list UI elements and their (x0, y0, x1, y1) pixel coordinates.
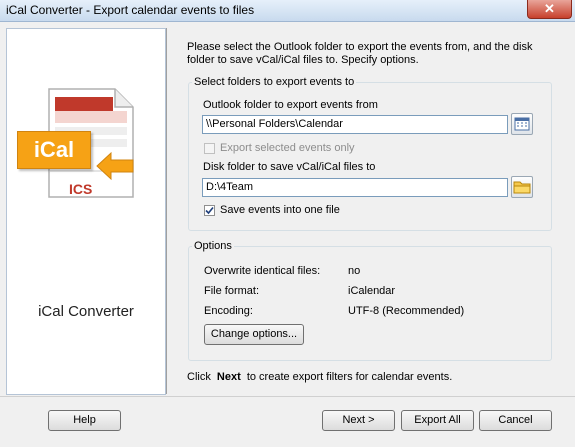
one-file-checkbox[interactable] (204, 205, 215, 216)
ical-logo-label: iCal (33, 137, 75, 162)
title-bar: iCal Converter - Export calendar events … (0, 0, 575, 22)
app-name: iCal Converter (38, 303, 134, 320)
outlook-folder-label: Outlook folder to export events from (203, 99, 378, 111)
browse-outlook-button[interactable] (511, 113, 533, 135)
next-button[interactable]: Next > (322, 410, 395, 431)
checkmark-icon (205, 206, 214, 215)
change-options-button[interactable]: Change options... (204, 324, 304, 345)
calendar-icon (514, 117, 530, 131)
file-format-label: File format: (204, 285, 260, 297)
footer-hint-prefix: Click (187, 371, 211, 383)
file-format-value: iCalendar (348, 285, 396, 297)
overwrite-label: Overwrite identical files: (204, 265, 321, 277)
encoding-value: UTF-8 (Recommended) (348, 305, 465, 317)
selected-only-label: Export selected events only (220, 142, 355, 154)
disk-folder-field[interactable]: D:\4Team (202, 178, 508, 197)
disk-folder-label: Disk folder to save vCal/iCal files to (203, 161, 376, 173)
cancel-button[interactable]: Cancel (479, 410, 552, 431)
arrow-icon (96, 151, 134, 181)
folders-group-title: Select folders to export events to (192, 76, 357, 88)
panel-divider (166, 28, 167, 394)
options-group-title: Options (192, 240, 234, 252)
outlook-folder-field[interactable]: \\Personal Folders\Calendar (202, 115, 508, 134)
one-file-label: Save events into one file (220, 204, 340, 216)
options-group: Options Overwrite identical files: no Fi… (188, 240, 552, 361)
export-all-button[interactable]: Export All (401, 410, 474, 431)
intro-text: Please select the Outlook folder to expo… (187, 41, 533, 66)
footer-separator (0, 396, 575, 397)
overwrite-value: no (348, 265, 361, 277)
left-panel: iCal ICS iCal Converter (6, 28, 166, 395)
folders-group: Select folders to export events to Outlo… (188, 76, 552, 231)
footer-hint: Click Next to create export filters for … (187, 371, 452, 383)
ical-logo-box: iCal (17, 131, 91, 169)
folder-icon (513, 181, 531, 194)
close-icon: ✕ (544, 1, 555, 16)
window-title: iCal Converter - Export calendar events … (6, 3, 255, 17)
file-ext-label: ICS (69, 181, 93, 197)
footer-hint-suffix: to create export filters for calendar ev… (246, 371, 453, 383)
selected-only-checkbox[interactable] (204, 143, 215, 154)
browse-disk-button[interactable] (511, 176, 533, 198)
encoding-label: Encoding: (204, 305, 253, 317)
close-button[interactable]: ✕ (527, 0, 572, 19)
footer-hint-bold: Next (216, 371, 241, 383)
help-button[interactable]: Help (48, 410, 121, 431)
